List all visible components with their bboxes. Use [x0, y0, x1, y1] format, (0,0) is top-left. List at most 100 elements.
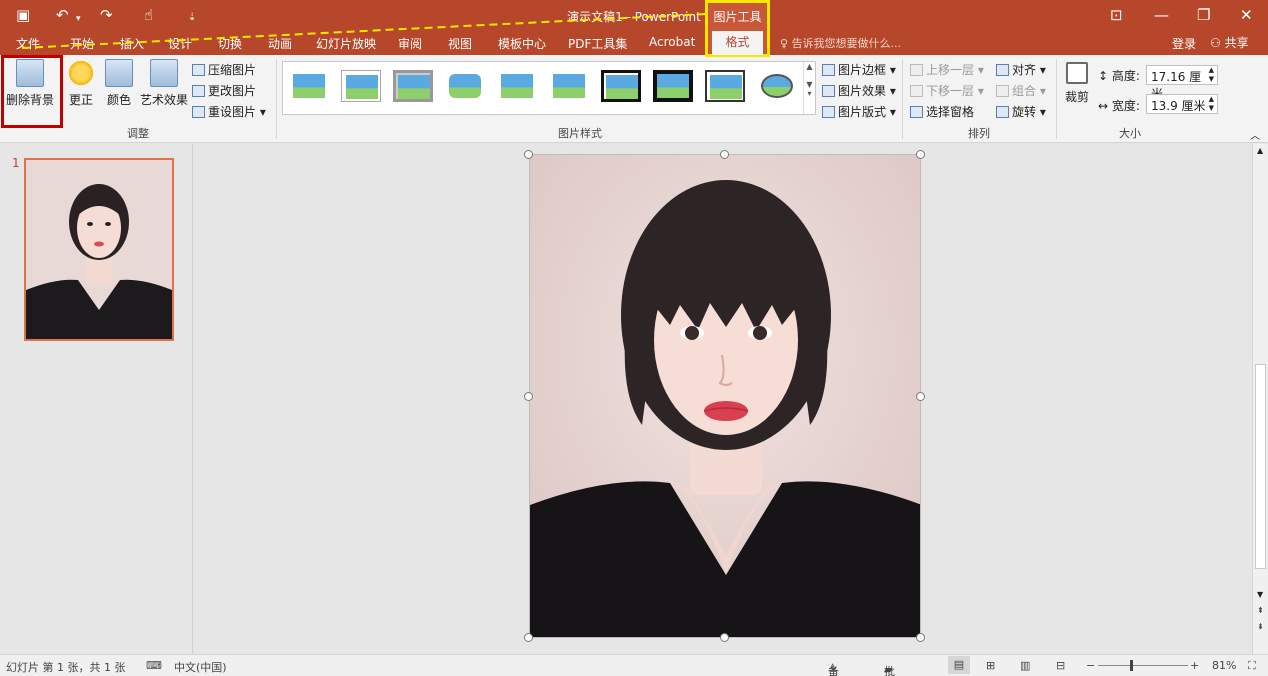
bring-forward-icon — [910, 64, 923, 76]
resize-handle-left[interactable] — [524, 392, 533, 401]
style-black-frame[interactable] — [601, 70, 641, 102]
title-bar: ▣ ↶ ▾ ↷ ☝ ⇣ 演示文稿1 - PowerPoint ⊡ — ❐ ✕ — [0, 0, 1268, 30]
layout-icon — [822, 106, 835, 118]
corrections-button[interactable]: 更正 — [66, 59, 96, 108]
width-spinner-icon[interactable]: ▲ ▼ — [1209, 95, 1214, 113]
style-soft-edge[interactable] — [445, 70, 485, 102]
resize-handle-top[interactable] — [720, 150, 729, 159]
resize-handle-top-right[interactable] — [916, 150, 925, 159]
group-divider — [276, 59, 277, 139]
compress-pictures-button[interactable]: 压缩图片 — [192, 61, 256, 78]
language-status[interactable]: 中文(中国) — [174, 659, 227, 675]
zoom-in-icon[interactable]: + — [1190, 659, 1199, 672]
picture-border-button[interactable]: 图片边框 ▾ — [822, 61, 896, 78]
artistic-effects-button[interactable]: 艺术效果 — [140, 59, 188, 108]
height-spinner-icon[interactable]: ▲ ▼ — [1209, 66, 1214, 84]
reset-picture-button[interactable]: 重设图片 ▾ — [192, 103, 266, 120]
align-icon — [996, 64, 1009, 76]
gallery-scroll[interactable]: ▲ ▼ ▾ — [803, 62, 815, 114]
previous-slide-icon[interactable]: ⇞ — [1257, 606, 1264, 615]
resize-handle-bottom-right[interactable] — [916, 633, 925, 642]
picture-styles-gallery[interactable]: ▲ ▼ ▾ — [282, 61, 816, 115]
selection-pane-icon — [910, 106, 923, 118]
resize-handle-bottom-left[interactable] — [524, 633, 533, 642]
zoom-level[interactable]: 81% — [1212, 659, 1236, 672]
collapse-ribbon-icon[interactable]: ︿ — [1250, 127, 1260, 142]
tab-pdf-tools[interactable]: PDF工具集 — [568, 35, 627, 52]
style-reflected[interactable] — [497, 70, 537, 102]
effects-label: 图片效果 — [838, 84, 887, 98]
tab-animations[interactable]: 动画 — [268, 35, 292, 52]
crop-button[interactable]: 裁剪 — [1062, 59, 1092, 105]
reset-picture-label: 重设图片 — [208, 105, 257, 119]
tell-me-search[interactable]: ♀ 告诉我您想要做什么... — [780, 35, 901, 51]
normal-view-icon[interactable]: ▤ — [948, 656, 970, 674]
resize-handle-top-left[interactable] — [524, 150, 533, 159]
style-black-thick[interactable] — [653, 70, 693, 102]
close-icon[interactable]: ✕ — [1240, 6, 1253, 24]
scroll-thumb[interactable] — [1255, 364, 1266, 569]
spellcheck-icon[interactable]: ⌨ — [146, 659, 162, 672]
selected-picture[interactable] — [529, 154, 921, 638]
corrections-icon — [67, 59, 95, 87]
login-link[interactable]: 登录 — [1172, 35, 1196, 52]
scroll-up-icon[interactable]: ▲ — [1257, 146, 1263, 155]
change-picture-button[interactable]: 更改图片 — [192, 82, 256, 99]
group-divider — [902, 59, 903, 139]
slideshow-view-icon[interactable]: ⊟ — [1056, 659, 1065, 672]
color-button[interactable]: 颜色 — [104, 59, 134, 108]
style-oval[interactable] — [757, 70, 797, 102]
arrange-group-label: 排列 — [968, 127, 990, 140]
tab-transitions[interactable]: 切换 — [218, 35, 242, 52]
reading-view-icon[interactable]: ▥ — [1020, 659, 1030, 672]
resize-handle-right[interactable] — [916, 392, 925, 401]
tab-file[interactable]: 文件 — [16, 35, 40, 52]
zoom-slider-thumb[interactable] — [1130, 660, 1133, 671]
picture-layout-button[interactable]: 图片版式 ▾ — [822, 103, 896, 120]
zoom-out-icon[interactable]: − — [1086, 659, 1095, 672]
tab-format[interactable]: 格式 — [712, 31, 763, 55]
fit-to-window-icon[interactable]: ⛶ — [1248, 659, 1256, 673]
tab-design[interactable]: 设计 — [168, 35, 192, 52]
picture-effects-button[interactable]: 图片效果 ▾ — [822, 82, 896, 99]
style-shadow[interactable] — [549, 70, 589, 102]
vertical-scrollbar[interactable]: ▲ ▼ ⇞ ⇟ — [1252, 144, 1268, 654]
ribbon-display-icon[interactable]: ⊡ — [1110, 6, 1123, 24]
tab-home[interactable]: 开始 — [70, 35, 94, 52]
slide-sorter-icon[interactable]: ⊞ — [986, 659, 995, 672]
tab-slideshow[interactable]: 幻灯片放映 — [316, 35, 376, 52]
width-input[interactable]: 13.9 厘米 ▲ ▼ — [1146, 94, 1218, 114]
artistic-effects-icon — [150, 59, 178, 87]
share-button[interactable]: ⚇ 共享 — [1210, 34, 1249, 51]
align-button[interactable]: 对齐 ▾ — [996, 61, 1046, 78]
scroll-down-icon[interactable]: ▼ — [1257, 590, 1263, 599]
tab-template-center[interactable]: 模板中心 — [498, 35, 546, 52]
zoom-slider[interactable] — [1098, 665, 1188, 666]
color-label: 颜色 — [106, 93, 131, 107]
style-dark-border[interactable] — [705, 70, 745, 102]
minimize-icon[interactable]: — — [1154, 6, 1169, 24]
ribbon-tabs: 文件 开始 插入 设计 切换 动画 幻灯片放映 审阅 视图 模板中心 PDF工具… — [0, 30, 1268, 55]
reset-picture-icon — [192, 106, 205, 118]
border-label: 图片边框 — [838, 63, 887, 77]
selection-pane-button[interactable]: 选择窗格 — [910, 103, 974, 120]
resize-handle-bottom[interactable] — [720, 633, 729, 642]
group-objects-button[interactable]: 组合 ▾ — [996, 82, 1046, 99]
rotate-button[interactable]: 旋转 ▾ — [996, 103, 1046, 120]
style-white-frame[interactable] — [341, 70, 381, 102]
tab-view[interactable]: 视图 — [448, 35, 472, 52]
slide-number: 1 — [12, 156, 20, 170]
slide-thumbnail[interactable] — [24, 158, 174, 341]
style-simple-frame[interactable] — [289, 70, 329, 102]
next-slide-icon[interactable]: ⇟ — [1257, 622, 1264, 631]
bring-forward-button[interactable]: 上移一层 ▾ — [910, 61, 984, 78]
tab-insert[interactable]: 插入 — [120, 35, 144, 52]
tab-acrobat[interactable]: Acrobat — [649, 35, 695, 49]
crop-icon — [1066, 62, 1088, 84]
restore-icon[interactable]: ❐ — [1197, 6, 1210, 24]
tab-review[interactable]: 审阅 — [398, 35, 422, 52]
picture-tools-label: 图片工具 — [713, 10, 762, 24]
send-backward-button[interactable]: 下移一层 ▾ — [910, 82, 984, 99]
style-thick-matte[interactable] — [393, 70, 433, 102]
height-input[interactable]: 17.16 厘米▲▼ — [1146, 65, 1218, 101]
